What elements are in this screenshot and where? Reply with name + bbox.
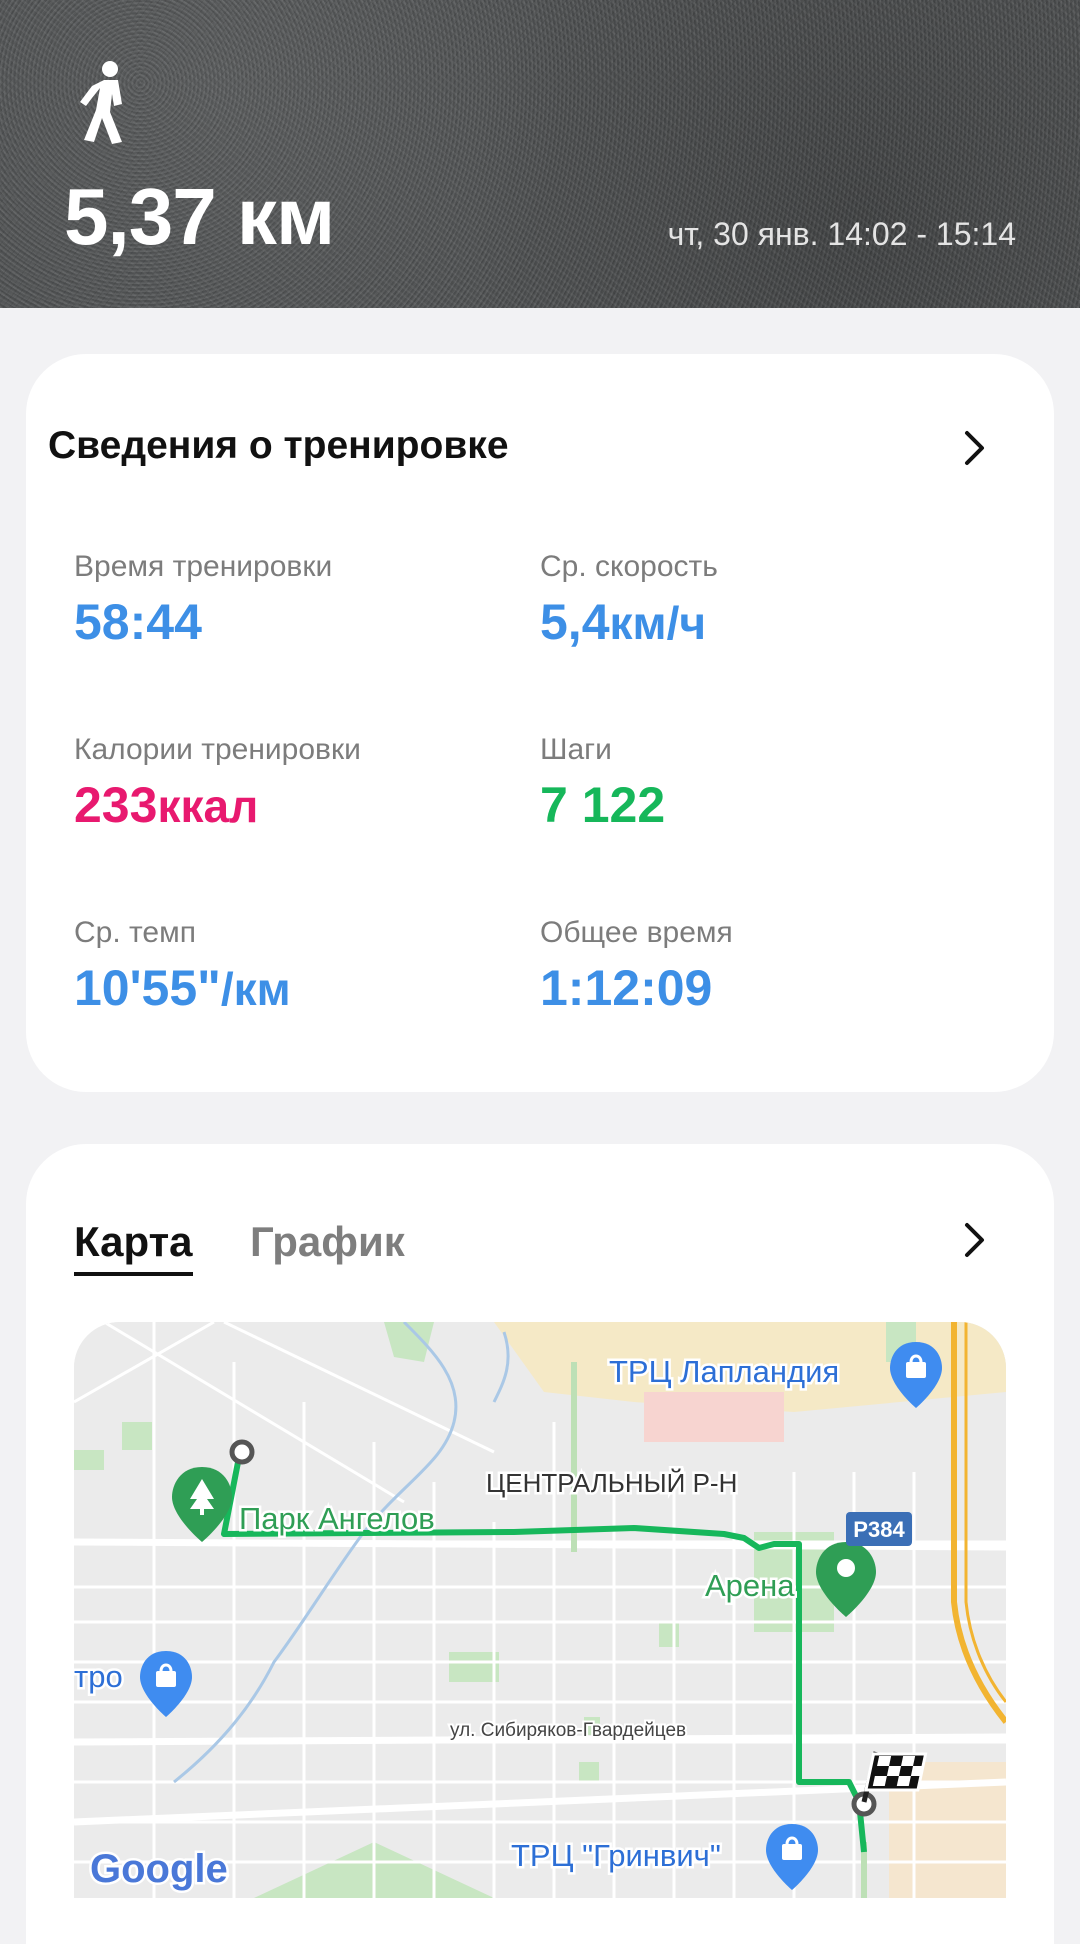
map-label-mall1: ТРЦ Лапландия: [609, 1354, 839, 1389]
map-label-tro: тро: [74, 1659, 123, 1694]
stat-label-speed: Ср. скорость: [540, 550, 718, 583]
workout-details-title: Сведения о тренировке: [48, 424, 509, 467]
map-label-street: ул. Сибиряков-Гвардейцев: [450, 1720, 686, 1741]
route-start-marker: [229, 1439, 255, 1465]
stat-value-total-time: 1:12:09: [540, 960, 713, 1016]
stat-value-speed: 5,4км/ч: [540, 594, 707, 650]
stat-value-calories: 233ккал: [74, 777, 259, 833]
map-label-mall2: ТРЦ "Гринвич": [511, 1838, 721, 1873]
tab-chart[interactable]: График: [250, 1218, 405, 1266]
stat-value-steps: 7 122: [540, 777, 666, 833]
workout-datetime: чт, 30 янв. 14:02 - 15:14: [667, 216, 1016, 252]
workout-distance: 5,37 км: [64, 172, 335, 261]
map-label-arena: Арена: [705, 1568, 795, 1603]
stat-label-pace: Ср. темп: [74, 916, 196, 949]
map-label-park: Парк Ангелов: [239, 1501, 435, 1536]
map-label-district: ЦЕНТРАЛЬНЫЙ Р-Н: [486, 1468, 737, 1498]
stat-label-calories: Калории тренировки: [74, 733, 361, 766]
road-shield-label: Р384: [853, 1517, 905, 1542]
stat-label-steps: Шаги: [540, 733, 612, 766]
stat-label-total-time: Общее время: [540, 916, 733, 949]
route-map[interactable]: Р384 ТРЦ Лапландия ЦЕНТРАЛЬНЫЙ Р-Н Парк …: [74, 1322, 1006, 1898]
tab-map[interactable]: Карта: [74, 1218, 193, 1276]
chevron-right-icon[interactable]: [954, 428, 994, 468]
chevron-right-icon[interactable]: [954, 1220, 994, 1260]
stat-value-duration: 58:44: [74, 594, 202, 650]
stat-label-duration: Время тренировки: [74, 550, 333, 583]
workout-header: 5,37 км чт, 30 янв. 14:02 - 15:14: [0, 0, 1080, 308]
google-logo: Google: [90, 1847, 228, 1891]
stat-value-pace: 10'55"/км: [74, 960, 291, 1016]
walking-person-icon: [80, 61, 122, 144]
